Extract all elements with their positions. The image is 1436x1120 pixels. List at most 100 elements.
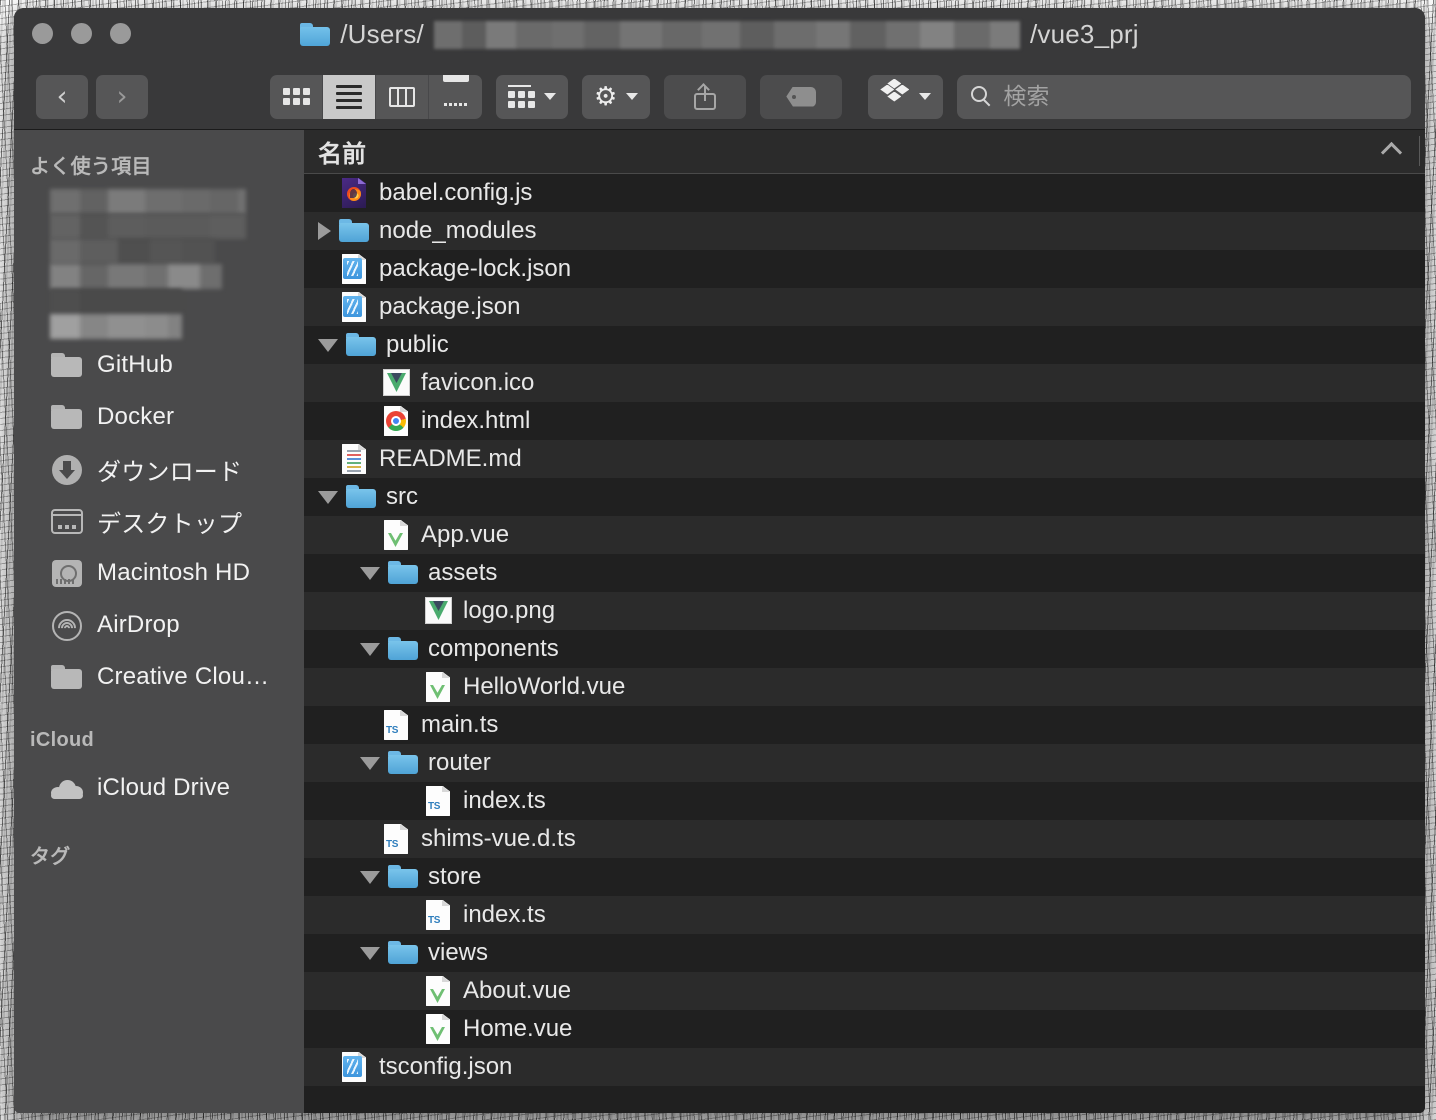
sidebar-item-airdrop[interactable]: AirDrop [14, 599, 304, 651]
file-name: HelloWorld.vue [463, 673, 626, 700]
table-row[interactable]: package-lock.json [304, 250, 1425, 288]
chevron-right-icon[interactable] [318, 222, 331, 240]
table-row[interactable]: package.json [304, 288, 1425, 326]
table-row[interactable]: TS shims-vue.d.ts [304, 820, 1425, 858]
downloads-icon [50, 454, 84, 485]
file-name: package.json [379, 293, 521, 320]
file-name: index.ts [463, 787, 546, 814]
table-row[interactable]: TS main.ts [304, 706, 1425, 744]
folder-icon [50, 350, 84, 380]
column-header-row[interactable]: 名前 [304, 130, 1425, 174]
chevron-down-icon [626, 93, 639, 100]
sidebar-item-label: Docker [97, 403, 175, 430]
table-row[interactable]: TS index.ts [304, 782, 1425, 820]
table-row[interactable]: App.vue [304, 516, 1425, 554]
gallery-icon [442, 74, 469, 119]
table-row[interactable]: views [304, 934, 1425, 972]
search-field[interactable] [957, 74, 1411, 119]
table-row[interactable]: logo.png [304, 592, 1425, 630]
table-row[interactable]: tsconfig.json [304, 1048, 1425, 1086]
table-row[interactable]: babel.config.js [304, 174, 1425, 212]
folder-icon [346, 481, 376, 513]
ts-file-icon: TS [381, 823, 411, 855]
sidebar-item-label: Macintosh HD [97, 559, 251, 586]
table-row[interactable]: TS index.ts [304, 896, 1425, 934]
list-view-button[interactable] [323, 74, 376, 119]
chevron-down-icon[interactable] [318, 338, 338, 352]
chevron-down-icon[interactable] [360, 642, 380, 656]
folder-icon [50, 662, 84, 692]
sidebar-item-label: ダウンロード [97, 458, 243, 486]
back-button[interactable]: ‹ [36, 74, 88, 119]
json-file-icon [339, 253, 369, 285]
column-view-button[interactable] [376, 74, 429, 119]
sidebar-item-docker[interactable]: Docker [14, 391, 304, 443]
sidebar-item-desktop[interactable]: デスクトップ [14, 495, 304, 547]
column-divider[interactable] [1419, 136, 1420, 166]
json-file-icon [339, 1051, 369, 1083]
dropbox-button[interactable] [868, 74, 944, 119]
gallery-view-button[interactable] [429, 74, 482, 119]
sidebar-item-github[interactable]: GitHub [14, 339, 304, 391]
file-name: public [386, 331, 449, 358]
sidebar-item-downloads[interactable]: ダウンロード [14, 443, 304, 495]
table-row[interactable]: README.md [304, 440, 1425, 478]
window-titlebar: /Users/ /vue3_prj [14, 8, 1425, 64]
list-icon [336, 84, 362, 109]
file-name: src [386, 483, 418, 510]
file-name: tsconfig.json [379, 1053, 513, 1080]
table-row[interactable]: HelloWorld.vue [304, 668, 1425, 706]
ts-file-icon: TS [381, 709, 411, 741]
table-row[interactable]: public [304, 326, 1425, 364]
sidebar-section-icloud-header: iCloud [30, 729, 95, 751]
icon-view-button[interactable] [270, 74, 323, 119]
table-row[interactable]: src [304, 478, 1425, 516]
dropbox-icon [880, 78, 910, 110]
file-name: babel.config.js [379, 179, 533, 206]
chevron-down-icon[interactable] [360, 756, 380, 770]
forward-button[interactable]: › [96, 74, 148, 119]
vue-file-icon [423, 975, 453, 1007]
table-row[interactable]: assets [304, 554, 1425, 592]
group-by-button[interactable] [496, 74, 568, 119]
table-row[interactable]: About.vue [304, 972, 1425, 1010]
action-menu-button[interactable]: ⚙ [582, 74, 651, 119]
table-row[interactable]: node_modules [304, 212, 1425, 250]
file-name: store [428, 863, 482, 890]
file-name: logo.png [463, 597, 556, 624]
file-list: 名前 babel.config.js node_modules package-lo… [304, 130, 1425, 1113]
table-row[interactable]: Home.vue [304, 1010, 1425, 1048]
table-row[interactable]: components [304, 630, 1425, 668]
share-button[interactable] [664, 74, 747, 119]
table-row[interactable]: store [304, 858, 1425, 896]
sidebar-item-redacted[interactable] [14, 189, 304, 339]
gear-icon: ⚙ [594, 81, 618, 112]
table-row[interactable]: index.html [304, 402, 1425, 440]
sidebar-item-creative-cloud[interactable]: Creative Clou… [14, 651, 304, 703]
chevron-down-icon[interactable] [360, 566, 380, 580]
chevron-down-icon[interactable] [360, 946, 380, 960]
finder-toolbar: ‹ › ⚙ 検索 [14, 64, 1425, 130]
file-name: index.html [421, 407, 531, 434]
share-icon [694, 82, 717, 110]
sidebar-item-label: iCloud Drive [97, 774, 231, 801]
tag-button[interactable] [760, 74, 843, 119]
column-header-name[interactable]: 名前 [304, 134, 366, 169]
columns-icon [389, 86, 415, 107]
chevron-down-icon[interactable] [360, 870, 380, 884]
search-input[interactable] [1003, 83, 1397, 110]
vue-image-icon [381, 367, 411, 399]
table-row[interactable]: router [304, 744, 1425, 782]
sidebar-item-macintosh-hd[interactable]: Macintosh HD [14, 547, 304, 599]
table-row[interactable]: favicon.ico [304, 364, 1425, 402]
sidebar-item-icloud-drive[interactable]: iCloud Drive [14, 762, 304, 814]
file-name: shims-vue.d.ts [421, 825, 576, 852]
folder-icon [388, 861, 418, 893]
folder-icon [50, 402, 84, 432]
chevron-down-icon[interactable] [318, 490, 338, 504]
tag-icon [786, 86, 817, 107]
